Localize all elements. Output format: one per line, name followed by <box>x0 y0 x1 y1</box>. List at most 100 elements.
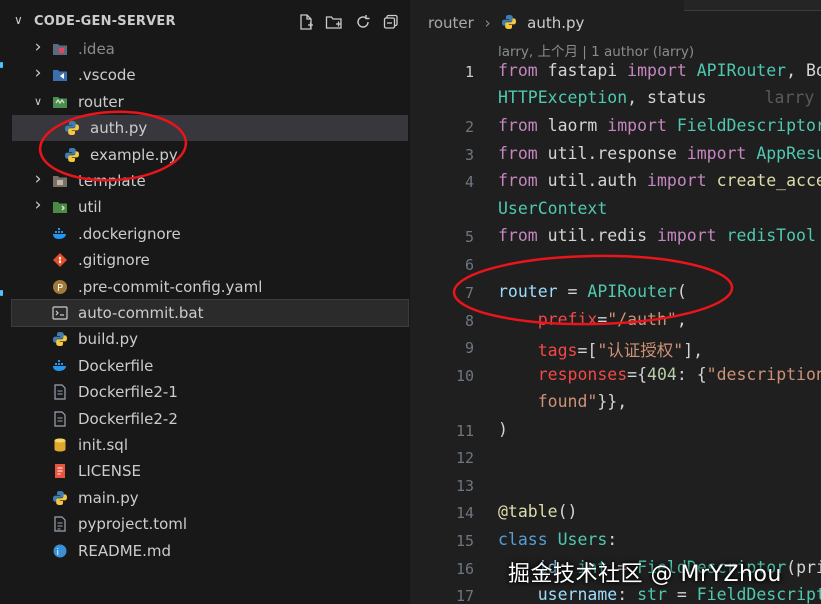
breadcrumb: router › auth.py <box>428 14 584 34</box>
docker-icon <box>52 358 68 374</box>
code-line[interactable]: @table() <box>498 502 577 521</box>
explorer-item[interactable]: ∨ router <box>12 89 408 115</box>
edge-marker <box>0 290 3 296</box>
code-token: ], <box>683 341 704 360</box>
explorer-item[interactable]: LICENSE <box>12 458 408 484</box>
code-line[interactable]: class Users: <box>498 530 617 549</box>
code-token: FieldDescriptor <box>676 116 821 135</box>
code-line[interactable]: prefix="/auth", <box>498 310 687 329</box>
explorer-item[interactable]: pyproject.toml <box>12 511 408 537</box>
code-token: Users <box>557 530 608 549</box>
editor-panel: router › auth.py larry, 上个月 | 1 author (… <box>410 0 821 604</box>
code-token: @table <box>498 502 558 521</box>
file-icon <box>52 410 68 427</box>
code-token: import <box>686 144 747 163</box>
code-line[interactable]: responses={404: {"description <box>498 365 821 384</box>
explorer-item[interactable]: › template <box>12 168 408 194</box>
explorer-item[interactable]: auth.py <box>12 115 408 142</box>
explorer-item[interactable]: P .pre-commit-config.yaml <box>12 274 408 300</box>
code-token: found" <box>537 392 598 411</box>
explorer-item[interactable]: › .vscode <box>12 62 408 88</box>
explorer-item[interactable]: Dockerfile2-2 <box>12 406 408 432</box>
chevron-down-icon[interactable]: ∨ <box>32 95 44 108</box>
vscode-folder-icon <box>52 67 68 83</box>
chevron-right-icon[interactable]: › <box>32 195 44 215</box>
code-token: ) <box>498 420 508 439</box>
blame-codelens[interactable]: larry, 上个月 | 1 author (larry) <box>498 40 694 60</box>
chevron-right-icon[interactable]: › <box>32 169 44 189</box>
explorer-item-label: example.py <box>90 145 178 164</box>
breadcrumb-folder[interactable]: router <box>428 14 474 32</box>
code-token: = <box>557 282 588 301</box>
code-line[interactable]: router = APIRouter( <box>498 282 687 301</box>
explorer-item-label: .idea <box>78 40 115 58</box>
explorer-item[interactable]: example.py <box>12 142 408 168</box>
line-number: 2 <box>464 118 474 136</box>
code-line[interactable]: UserContext <box>498 199 607 218</box>
toml-icon <box>52 516 68 532</box>
code-token: , <box>676 310 687 329</box>
explorer-item-label: Dockerfile <box>78 356 154 375</box>
breadcrumb-file[interactable]: auth.py <box>527 14 584 32</box>
line-number: 11 <box>455 422 474 440</box>
code-token: prefix <box>537 310 598 329</box>
code-token: }}, <box>597 392 628 411</box>
code-line[interactable]: from util.response import AppResu <box>498 144 821 163</box>
explorer-item[interactable]: i README.md <box>12 538 408 564</box>
git-icon <box>52 252 68 268</box>
code-line[interactable]: HTTPException, status larry <box>498 88 814 107</box>
edge-marker <box>0 62 3 68</box>
code-token: 404 <box>647 365 677 384</box>
explorer-item-label: auto-commit.bat <box>78 304 204 322</box>
idea-folder-icon <box>52 41 68 57</box>
line-number: 9 <box>464 339 474 357</box>
code-token: router <box>498 282 558 301</box>
explorer-item[interactable]: Dockerfile <box>12 353 408 379</box>
database-icon <box>52 437 68 453</box>
collapse-all-icon[interactable] <box>381 12 401 32</box>
explorer-item[interactable]: auto-commit.bat <box>11 299 409 327</box>
license-icon <box>52 463 68 479</box>
code-token: ( <box>676 282 687 301</box>
explorer-item[interactable]: main.py <box>12 485 408 511</box>
new-folder-icon[interactable] <box>324 12 344 32</box>
explorer-item[interactable]: init.sql <box>12 432 408 458</box>
explorer-item-label: init.sql <box>78 436 128 454</box>
code-line[interactable]: from util.redis import redisTool <box>498 226 816 245</box>
refresh-icon[interactable] <box>353 12 373 32</box>
chevron-right-icon: › <box>484 14 491 32</box>
code-token: util.response <box>537 144 687 163</box>
explorer-item[interactable]: .gitignore <box>12 247 408 273</box>
svg-text:i: i <box>57 548 60 558</box>
chevron-down-icon[interactable]: ∨ <box>14 13 23 27</box>
new-file-icon[interactable] <box>296 12 316 32</box>
code-line[interactable]: from fastapi import APIRouter, Bo <box>498 61 821 80</box>
code-token: APIRouter <box>696 61 787 80</box>
explorer-item[interactable]: build.py <box>12 326 408 352</box>
explorer-item-label: .dockerignore <box>78 224 181 243</box>
code-line[interactable]: tags=["认证授权"], <box>498 337 703 361</box>
explorer-item-label: util <box>78 198 102 217</box>
code-line[interactable]: from util.auth import create_acce <box>498 171 821 190</box>
code-line[interactable]: found"}}, <box>498 392 627 411</box>
code-line[interactable]: from laorm import FieldDescriptor <box>498 116 821 135</box>
explorer-item[interactable]: › util <box>12 194 408 220</box>
router-folder-icon <box>52 94 68 110</box>
explorer-item[interactable]: › .idea <box>12 36 408 62</box>
explorer-item-label: Dockerfile2-2 <box>78 409 178 428</box>
explorer-item-label: main.py <box>78 488 139 507</box>
chevron-right-icon[interactable]: › <box>32 63 44 83</box>
line-number: 13 <box>455 477 474 495</box>
explorer-item[interactable]: .dockerignore <box>12 221 408 247</box>
code-line[interactable]: ) <box>498 420 508 439</box>
line-number: 16 <box>455 560 474 578</box>
explorer-item[interactable]: Dockerfile2-1 <box>12 379 408 405</box>
chevron-right-icon[interactable]: › <box>32 37 44 57</box>
markdown-icon: i <box>52 543 68 559</box>
python-icon <box>52 331 68 347</box>
inline-blame: larry <box>764 88 815 107</box>
docker-icon <box>52 226 68 242</box>
svg-text:P: P <box>57 283 63 294</box>
